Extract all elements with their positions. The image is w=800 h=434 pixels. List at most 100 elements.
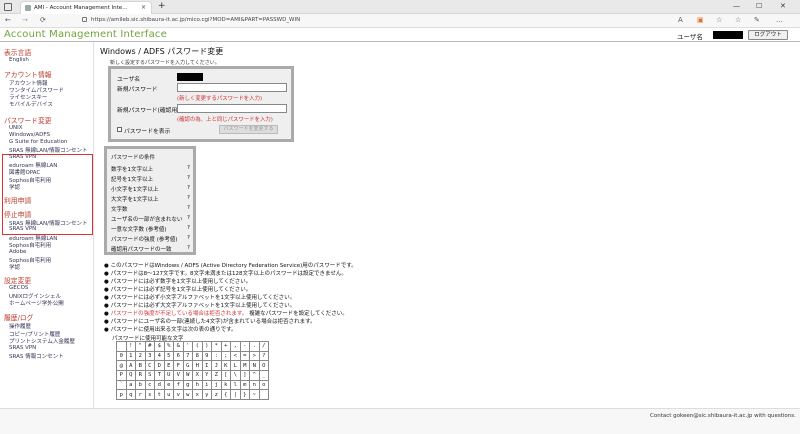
sidebar-item-gsuite[interactable]: G Suite for Education: [9, 139, 68, 145]
char-table-cell: Z: [211, 370, 222, 381]
tab-close-icon[interactable]: ×: [141, 4, 146, 11]
char-table-row: ! " # $% & '() * +, -. /: [116, 341, 269, 352]
char-table-cell: i: [201, 379, 212, 391]
browser-tab-bar: AMI - Account Management Inte... × + — ☐…: [0, 0, 800, 14]
char-table-cell: h: [192, 379, 203, 391]
new-password-input[interactable]: [177, 83, 287, 92]
back-icon[interactable]: ←: [5, 16, 11, 24]
sidebar-item-gakunin[interactable]: 学認: [9, 183, 20, 191]
char-table-cell: `: [116, 379, 127, 391]
char-table-cell: B: [135, 360, 146, 372]
logout-button[interactable]: ログアウト: [748, 30, 788, 40]
change-password-button[interactable]: パスワードを変更する: [219, 125, 278, 134]
confirm-password-input[interactable]: [177, 104, 287, 113]
new-tab-button[interactable]: +: [158, 1, 166, 11]
char-table: ! " # $% & '() * +, -./0 1 2 3 4 5 6 7 8 9:; < = >? @ A B C D E F G H…: [116, 341, 269, 401]
sidebar-item-stop-gakunin[interactable]: 学認: [9, 263, 20, 271]
tab-actions-icon[interactable]: [4, 3, 12, 11]
sidebar-item-homepage[interactable]: ホームページ学外公開: [9, 299, 64, 307]
char-table-cell: N: [249, 360, 260, 372]
condition-item: パスワードの強度 (参考値): [111, 237, 178, 243]
char-table-row: ` a b c d e f g h i j k l m n o: [116, 379, 269, 391]
char-table-cell: ": [135, 341, 146, 352]
info-bullet: ● このパスワードはWindows / ADFS (Active Directo…: [104, 263, 357, 269]
forward-icon[interactable]: →: [22, 16, 28, 24]
minimize-button[interactable]: —: [733, 2, 740, 10]
favorite-icon[interactable]: ☆: [716, 16, 722, 24]
char-table-cell: U: [163, 370, 174, 381]
char-table-cell: o: [258, 379, 269, 391]
new-password-label: 新規パスワード: [117, 87, 158, 93]
char-table-row: P Q R S T U V W X Y Z[\] ^ _: [116, 370, 269, 381]
char-table-cell: ,: [230, 341, 241, 352]
profile-icon[interactable]: ✎: [754, 16, 760, 24]
condition-item: 一意な文字数 (参考値): [111, 227, 167, 233]
char-table-cell: <: [230, 350, 241, 362]
sidebar-item-op-history[interactable]: 操作履歴: [9, 322, 31, 330]
sidebar-item-opac[interactable]: 図書館OPAC: [9, 168, 40, 176]
char-table-cell: R: [135, 370, 146, 381]
char-table-cell: E: [163, 360, 174, 372]
password-form: ユーザ名 新規パスワード (新しく変更するパスワードを入力) 新規パスワード(確…: [108, 66, 294, 142]
char-table-cell: a: [125, 379, 136, 391]
sidebar-item-stop-sras-vpn[interactable]: SRAS VPN: [9, 226, 36, 232]
char-table-cell: G: [182, 360, 193, 372]
char-table-cell: ;: [220, 350, 231, 362]
conditions-panel: パスワードの条件 数字を1文字以上? 記号を1文字以上? 小文字を1文字以上? …: [104, 146, 196, 255]
browser-tab[interactable]: AMI - Account Management Inte... ×: [20, 1, 152, 14]
show-password-checkbox[interactable]: [117, 127, 122, 132]
read-aloud-icon[interactable]: A: [678, 16, 683, 24]
char-table-cell: Y: [201, 370, 212, 381]
sidebar-item-stop-adobe[interactable]: Adobe: [9, 249, 26, 255]
char-table-cell: >: [249, 350, 260, 362]
sidebar-item-gecos[interactable]: GECOS: [9, 285, 28, 291]
sidebar-item-log-sras-vpn[interactable]: SRAS VPN: [9, 345, 36, 351]
menu-icon[interactable]: …: [776, 16, 783, 24]
char-table-cell: 5: [163, 350, 174, 362]
char-table-cell: _: [258, 370, 269, 381]
sidebar-item-stop-sophos[interactable]: Sophos自宅利用: [9, 241, 51, 249]
sidebar-heading-history: 履歴/ログ: [4, 314, 34, 322]
char-table-cell: T: [154, 370, 165, 381]
sidebar-item-print-history[interactable]: プリントシステム入金履歴: [9, 337, 75, 345]
url-field[interactable]: https://amileb.sic.shibaura-it.ac.jp/mic…: [82, 17, 622, 26]
sidebar-item-sras-lan[interactable]: SRAS 無線LAN/情報コンセント: [9, 146, 88, 154]
char-table-cell: {: [220, 389, 231, 401]
condition-status: ?: [187, 225, 190, 231]
close-window-button[interactable]: ✕: [780, 2, 786, 10]
sidebar-item-unix[interactable]: UNIX: [9, 125, 23, 131]
sidebar-item-log-sras[interactable]: SRAS 情報コンセント: [9, 352, 64, 360]
sidebar-item-english[interactable]: English: [9, 57, 29, 63]
char-table-cell: r: [135, 389, 146, 401]
sidebar-item-sras-vpn[interactable]: SRAS VPN: [9, 154, 36, 160]
char-table-cell: [: [220, 370, 231, 381]
char-table-cell: .: [249, 341, 260, 352]
condition-item: 数字を1文字以上: [111, 167, 153, 173]
condition-status: ?: [187, 195, 190, 201]
info-bullet: ● パスワードには必ず大文字アルファベットを1文字以上使用してください。: [104, 303, 296, 309]
char-table-cell: K: [220, 360, 231, 372]
extension-icon[interactable]: ▣: [697, 16, 704, 24]
sidebar-item-windows-adfs[interactable]: Windows/ADFS: [9, 132, 50, 138]
char-table-cell: \: [230, 370, 241, 381]
sidebar-heading-apply[interactable]: 利用申請: [4, 195, 31, 205]
sidebar: 表示言語 English アカウント情報 アカウント情報 ワンタイムパスワード …: [0, 42, 94, 408]
collections-icon[interactable]: ☆: [735, 16, 741, 24]
reload-icon[interactable]: ⟳: [40, 16, 46, 24]
show-password-label[interactable]: パスワードを表示: [124, 126, 170, 135]
sidebar-item-mobile[interactable]: モバイルデバイス: [9, 100, 53, 108]
char-table-cell: 0: [116, 350, 127, 362]
char-table-cell: e: [163, 379, 174, 391]
char-table-cell: @: [116, 360, 127, 372]
char-table-cell: J: [211, 360, 222, 372]
char-table-cell: 3: [144, 350, 155, 362]
char-table-cell: ': [182, 341, 193, 352]
maximize-button[interactable]: ☐: [756, 2, 762, 10]
username-redacted: [177, 73, 203, 81]
condition-item: ユーザ名の一部が含まれない: [111, 217, 183, 223]
condition-status: ?: [187, 235, 190, 241]
char-table-cell: $: [154, 341, 165, 352]
app-header: Account Management Interface ユーザ名 ログアウト: [0, 28, 800, 42]
char-table-cell: ~: [249, 389, 260, 401]
char-table-row: @ A B C D E F G H I J K L M N O: [116, 360, 269, 372]
